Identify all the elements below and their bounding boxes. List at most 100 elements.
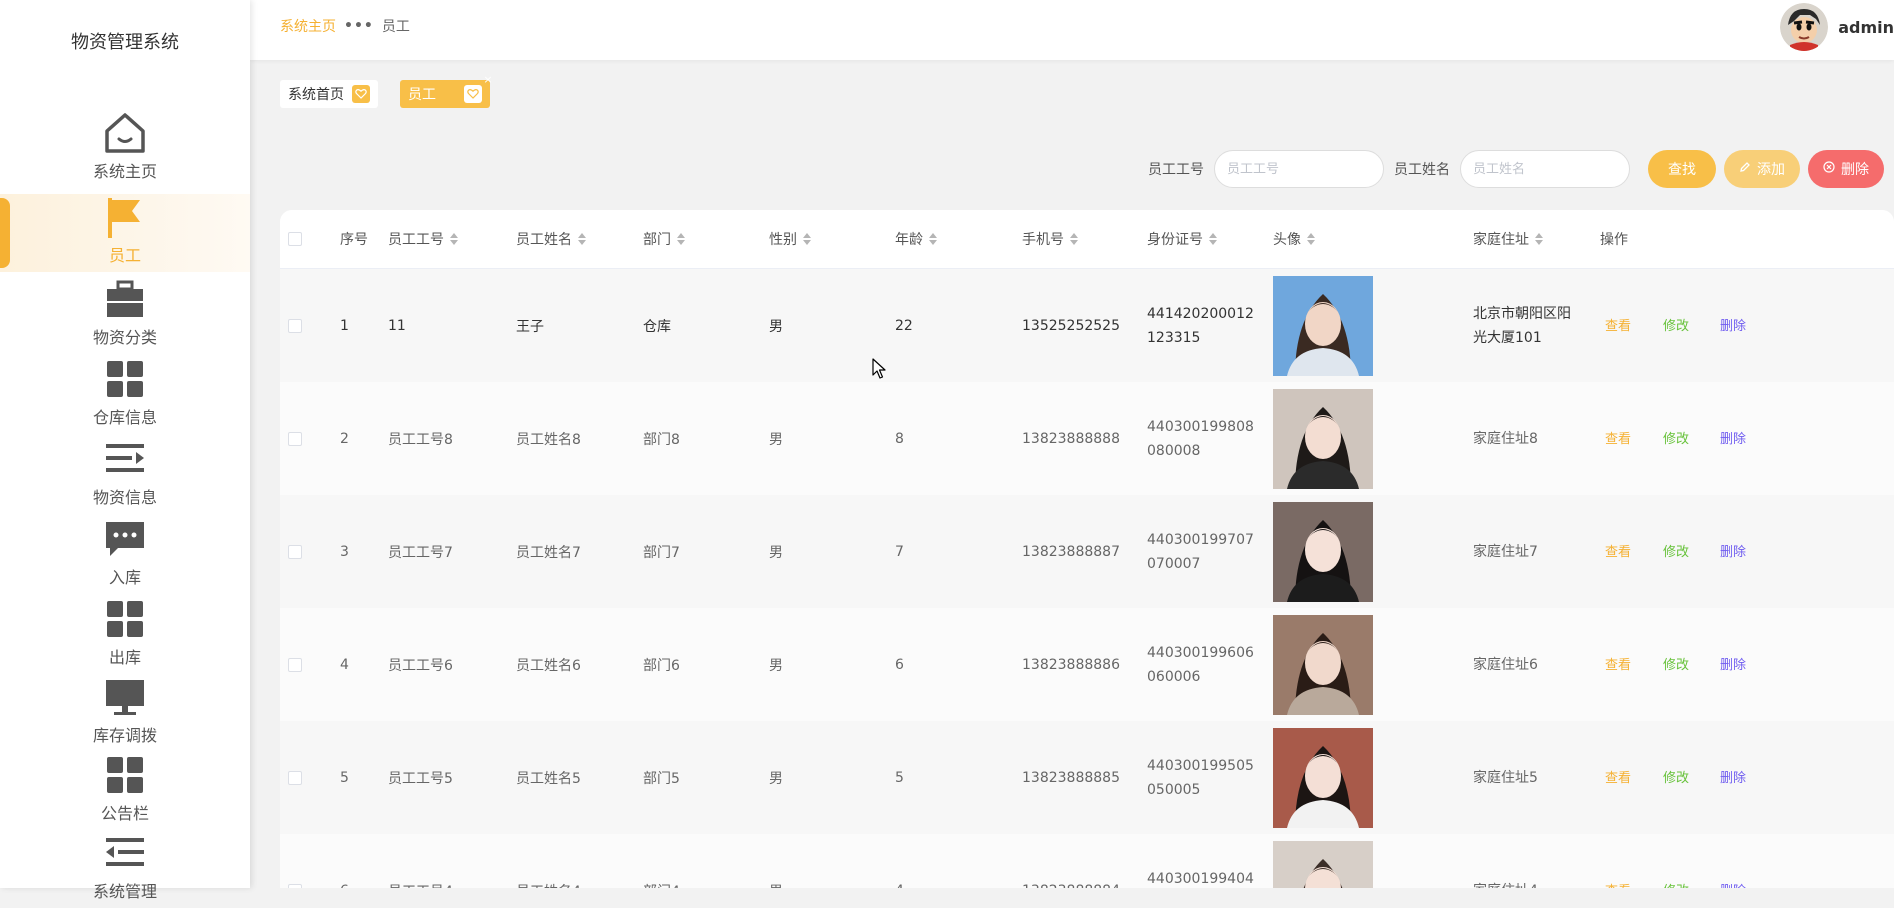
sort-icon[interactable]: [1535, 233, 1543, 245]
cell-phone: 13823888884: [1022, 834, 1120, 889]
delete-link[interactable]: 删除: [1720, 315, 1746, 334]
sidebar-item-inbound[interactable]: 入库: [0, 516, 250, 594]
app-title: 物资管理系统: [71, 32, 179, 53]
sort-icon[interactable]: [1209, 233, 1217, 245]
cell-age: 5: [895, 769, 904, 786]
cell-emp-no: 员工工号6: [388, 657, 453, 674]
cell-gender: 男: [769, 657, 783, 674]
row-checkbox[interactable]: [288, 495, 302, 608]
header-address[interactable]: 家庭住址: [1473, 210, 1543, 268]
cell-age: 6: [895, 656, 904, 673]
address-line-1: 家庭住址7: [1473, 543, 1538, 560]
row-checkbox[interactable]: [288, 721, 302, 834]
cell-avatar: [1273, 269, 1373, 382]
sidebar-item-label: 员工: [108, 246, 141, 265]
username[interactable]: admin: [1838, 18, 1894, 37]
cell-age: 22: [895, 317, 913, 334]
employee-table: 序号 员工工号 员工姓名 部门 性别 年龄 手机号 身份证号 头像 家庭住址 操…: [280, 210, 1894, 888]
sort-icon[interactable]: [1070, 233, 1078, 245]
sidebar-item-material[interactable]: 物资信息: [0, 436, 250, 514]
header-emp-name[interactable]: 员工姓名: [516, 210, 586, 268]
header-avatar[interactable]: 头像: [1273, 210, 1315, 268]
sidebar-item-label: 公告栏: [100, 804, 149, 823]
cell-emp-no: 员工工号7: [388, 544, 453, 561]
add-button[interactable]: 添加: [1724, 150, 1800, 188]
tab-staff[interactable]: 员工 ×: [400, 74, 493, 108]
sort-icon[interactable]: [929, 233, 937, 245]
header-age[interactable]: 年龄: [895, 210, 937, 268]
view-link[interactable]: 查看: [1605, 880, 1631, 888]
pencil-icon: [1739, 161, 1751, 177]
sort-icon[interactable]: [1307, 233, 1315, 245]
close-icon[interactable]: ×: [482, 74, 494, 86]
breadcrumb-home[interactable]: 系统主页: [280, 16, 336, 36]
edit-link[interactable]: 修改: [1663, 767, 1689, 786]
cell-gender: 男: [769, 770, 783, 787]
batch-delete-button[interactable]: 删除: [1808, 150, 1884, 188]
header-gender[interactable]: 性别: [769, 210, 811, 268]
view-link[interactable]: 查看: [1605, 541, 1631, 560]
emp-name-input[interactable]: [1460, 150, 1630, 188]
search-button[interactable]: 查找: [1648, 150, 1716, 188]
cell-index: 5: [340, 769, 349, 786]
sidebar-item-transfer[interactable]: 库存调拨: [0, 674, 250, 752]
sort-icon[interactable]: [578, 233, 586, 245]
view-link[interactable]: 查看: [1605, 767, 1631, 786]
select-all-checkbox[interactable]: [288, 210, 302, 268]
row-checkbox[interactable]: [288, 269, 302, 382]
row-checkbox[interactable]: [288, 382, 302, 495]
avatar[interactable]: [1780, 3, 1829, 51]
employee-photo[interactable]: [1273, 388, 1373, 489]
cell-emp-no: 员工工号4: [388, 834, 453, 889]
tab-home[interactable]: 系统首页: [280, 80, 378, 108]
employee-photo[interactable]: [1273, 501, 1373, 602]
delete-link[interactable]: 删除: [1720, 654, 1746, 673]
edit-link[interactable]: 修改: [1663, 880, 1689, 888]
edit-link[interactable]: 修改: [1663, 428, 1689, 447]
edit-link[interactable]: 修改: [1663, 315, 1689, 334]
id-card-line-1: 440300199707: [1147, 531, 1254, 548]
table-row: 3 员工工号7 员工姓名7 部门7 男 7 13823888887 440300199707 0…: [280, 495, 1894, 609]
header-dept[interactable]: 部门: [643, 210, 685, 268]
sort-icon[interactable]: [677, 233, 685, 245]
sidebar-item-category[interactable]: 物资分类: [0, 276, 250, 354]
employee-photo[interactable]: [1273, 727, 1373, 828]
sidebar-item-system[interactable]: 系统管理: [0, 830, 250, 908]
sort-icon[interactable]: [450, 233, 458, 245]
view-link[interactable]: 查看: [1605, 315, 1631, 334]
sidebar-item-warehouse[interactable]: 仓库信息: [0, 356, 250, 434]
row-checkbox[interactable]: [288, 834, 302, 888]
employee-photo[interactable]: [1273, 275, 1373, 376]
cell-address: 北京市朝阳区阳 光大厦101: [1473, 269, 1571, 382]
header-emp-no[interactable]: 员工工号: [388, 210, 458, 268]
sort-icon[interactable]: [803, 233, 811, 245]
sidebar-item-home[interactable]: 系统主页: [0, 110, 250, 188]
id-card-line-2: 060006: [1147, 668, 1201, 685]
grid-icon: [102, 596, 148, 642]
delete-link[interactable]: 删除: [1720, 541, 1746, 560]
emp-no-input[interactable]: [1214, 150, 1384, 188]
sidebar-item-notice[interactable]: 公告栏: [0, 752, 250, 830]
employee-photo[interactable]: [1273, 840, 1373, 888]
header-phone[interactable]: 手机号: [1022, 210, 1078, 268]
view-link[interactable]: 查看: [1605, 428, 1631, 447]
view-link[interactable]: 查看: [1605, 654, 1631, 673]
sidebar-item-outbound[interactable]: 出库: [0, 596, 250, 674]
edit-link[interactable]: 修改: [1663, 654, 1689, 673]
header-id-card[interactable]: 身份证号: [1147, 210, 1217, 268]
row-checkbox[interactable]: [288, 608, 302, 721]
cell-emp-name: 员工姓名6: [516, 657, 581, 674]
chat-icon: [102, 516, 148, 562]
table-row: 1 11 王子 仓库男 22 13525252525 441420200012 123315 北…: [280, 269, 1894, 383]
edit-link[interactable]: 修改: [1663, 541, 1689, 560]
sidebar-item-staff[interactable]: 员工: [0, 194, 250, 272]
delete-link[interactable]: 删除: [1720, 767, 1746, 786]
id-card-line-2: 123315: [1147, 329, 1201, 346]
delete-link[interactable]: 删除: [1720, 428, 1746, 447]
heart-icon: [352, 85, 370, 103]
cell-id-card: 440300199808 080008: [1147, 382, 1254, 495]
address-line-1: 北京市朝阳区阳: [1473, 305, 1571, 322]
employee-photo[interactable]: [1273, 614, 1373, 715]
delete-link[interactable]: 删除: [1720, 880, 1746, 888]
user-menu[interactable]: admin: [1780, 3, 1894, 51]
